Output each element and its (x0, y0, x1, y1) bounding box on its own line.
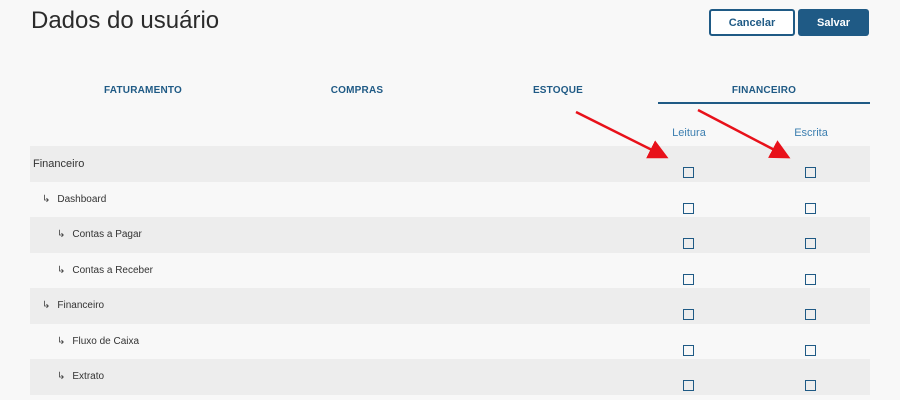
permission-label-text: Extrato (72, 371, 105, 383)
save-button[interactable]: Salvar (798, 9, 869, 36)
column-header-leitura: Leitura (672, 127, 706, 139)
permission-label: ↳ Fluxo de Caixa (57, 324, 139, 360)
read-checkbox[interactable] (683, 380, 694, 391)
sub-item-arrow-icon: ↳ (42, 193, 51, 205)
permission-label-text: Financeiro (33, 157, 85, 170)
write-checkbox[interactable] (805, 202, 816, 214)
write-checkbox[interactable] (805, 273, 816, 285)
tab-financeiro[interactable]: FINANCEIRO (658, 78, 870, 104)
permission-label-text: Dashboard (57, 193, 107, 205)
permissions-table: Financeiro ↳ Dashboard ↳ Contas a Pagar ↳ Cont… (30, 146, 870, 395)
sub-item-arrow-icon: ↳ (57, 335, 66, 347)
write-checkbox[interactable] (805, 238, 816, 249)
permission-label: ↳ Extrato (57, 359, 104, 395)
write-checkbox[interactable] (805, 380, 816, 391)
permission-row: ↳ Dashboard (30, 182, 870, 218)
permission-label: ↳ Dashboard (42, 182, 106, 218)
permission-tabs: FATURAMENTO COMPRAS ESTOQUE FINANCEIRO (30, 78, 870, 104)
tab-estoque[interactable]: ESTOQUE (458, 78, 658, 102)
write-checkbox[interactable] (805, 344, 816, 356)
read-checkbox[interactable] (683, 238, 694, 249)
permission-row: ↳ Contas a Pagar (30, 217, 870, 253)
tab-faturamento[interactable]: FATURAMENTO (30, 78, 256, 102)
column-header-escrita: Escrita (794, 127, 828, 139)
permission-label-text: Contas a Receber (72, 264, 153, 276)
permission-label-text: Contas a Pagar (72, 229, 142, 241)
permission-label: ↳ Contas a Receber (57, 253, 153, 289)
cancel-button[interactable]: Cancelar (709, 9, 795, 36)
read-checkbox[interactable] (683, 344, 694, 356)
tab-compras[interactable]: COMPRAS (256, 78, 458, 102)
permission-row: ↳ Financeiro (30, 288, 870, 324)
read-checkbox[interactable] (683, 202, 694, 214)
sub-item-arrow-icon: ↳ (57, 229, 66, 241)
write-checkbox[interactable] (805, 309, 816, 320)
permission-row: ↳ Fluxo de Caixa (30, 324, 870, 360)
permission-label: Financeiro (33, 146, 84, 182)
permission-row: ↳ Extrato (30, 359, 870, 395)
read-checkbox[interactable] (683, 309, 694, 320)
sub-item-arrow-icon: ↳ (57, 371, 66, 383)
permission-label: ↳ Contas a Pagar (57, 217, 142, 253)
read-checkbox[interactable] (683, 273, 694, 285)
sub-item-arrow-icon: ↳ (57, 264, 66, 276)
write-checkbox[interactable] (805, 167, 816, 178)
permission-row: Financeiro (30, 146, 870, 182)
permission-label-text: Financeiro (57, 300, 105, 312)
read-checkbox[interactable] (683, 167, 694, 178)
permission-row: ↳ Contas a Receber (30, 253, 870, 289)
page-title: Dados do usuário (31, 7, 220, 34)
permission-label-text: Fluxo de Caixa (72, 335, 140, 347)
sub-item-arrow-icon: ↳ (42, 300, 51, 312)
permission-label: ↳ Financeiro (42, 288, 104, 324)
